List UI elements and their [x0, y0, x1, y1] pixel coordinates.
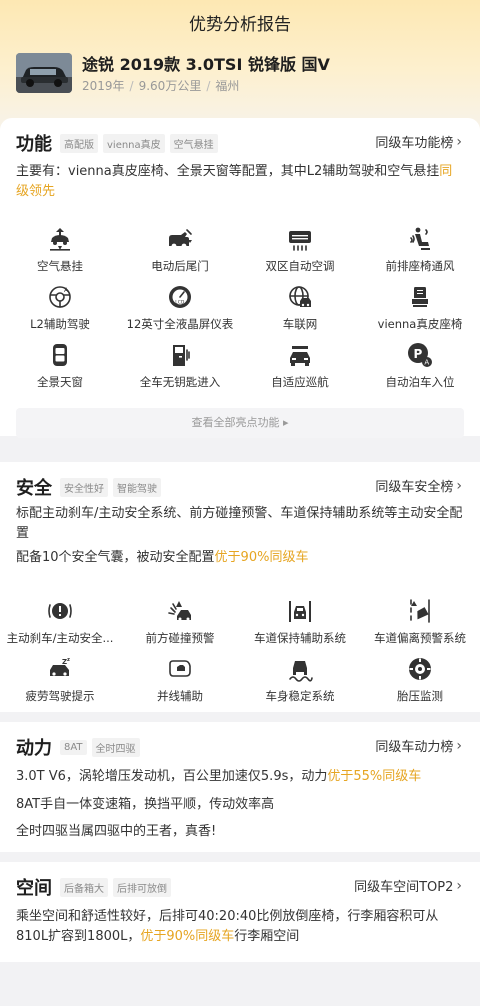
section-title: 安全	[16, 478, 52, 499]
feature-item[interactable]: 空气悬挂	[0, 224, 120, 282]
feature-item[interactable]: 车道保持辅助系统	[240, 596, 360, 654]
feature-item[interactable]: 自适应巡航	[240, 340, 360, 398]
dual-zone-ac-icon	[289, 231, 311, 251]
feature-item[interactable]: 车联网	[240, 282, 360, 340]
feature-item[interactable]: LCD 12英寸全液晶屏仪表	[120, 282, 240, 340]
panoramic-sunroof-icon	[53, 344, 67, 366]
adaptive-cruise-icon	[290, 346, 310, 366]
l2-assist-icon: A	[49, 286, 71, 308]
section-title: 动力	[16, 738, 52, 759]
feature-item[interactable]: 前方碰撞预警	[120, 596, 240, 654]
feature-item[interactable]: PA 自动泊车入位	[360, 340, 480, 398]
space-section: 空间 后备箱大 后排可放倒 同级车空间TOP2 › 乘坐空间和舒适性较好，后排可4…	[0, 862, 480, 962]
car-year: 2019年	[82, 79, 125, 93]
connected-car-icon	[289, 286, 311, 307]
tag: 安全性好	[60, 477, 108, 497]
active-braking-icon	[48, 603, 72, 619]
auto-parking-icon: PA	[408, 343, 432, 367]
chevron-right-icon: ›	[456, 877, 462, 894]
svg-text:A: A	[424, 359, 429, 367]
feature-item[interactable]: 车道偏离预警系统	[360, 596, 480, 654]
power-transmission-line: 8AT手自一体变速箱，换挡平顺，传动效率高	[16, 797, 275, 812]
function-description: 主要有：vienna真皮座椅、全景天窗等配置，其中L2辅助驾驶和空气悬挂同级领先	[16, 164, 453, 199]
function-rank-link[interactable]: 同级车功能榜 ›	[375, 132, 462, 152]
chevron-right-icon: ›	[456, 737, 462, 754]
tag: 全时四驱	[91, 737, 140, 757]
feature-item[interactable]: 车身稳定系统	[240, 654, 360, 712]
feature-item[interactable]: vienna真皮座椅	[360, 282, 480, 340]
feature-item[interactable]: 全景天窗	[0, 340, 120, 398]
tag: 空气悬挂	[169, 133, 218, 153]
svg-text:LCD: LCD	[175, 300, 185, 306]
feature-item[interactable]: A L2辅助驾驶	[0, 282, 120, 340]
safety-section: 安全 安全性好 智能驾驶 同级车安全榜 › 标配主动刹车/主动安全系统、前方碰撞预…	[0, 462, 480, 712]
tire-pressure-icon	[409, 658, 431, 680]
feature-item[interactable]: 全车无钥匙进入	[120, 340, 240, 398]
seat-ventilation-icon	[410, 227, 430, 250]
feature-item[interactable]: 胎压监测	[360, 654, 480, 712]
feature-item[interactable]: 主动刹车/主动安全...	[0, 596, 120, 654]
power-section: 动力 8AT 全时四驱 同级车动力榜 › 3.0T V6，涡轮增压发动机，百公里加…	[0, 722, 480, 852]
power-rank-link[interactable]: 同级车动力榜 ›	[375, 736, 462, 756]
feature-item[interactable]: 并线辅助	[120, 654, 240, 712]
lcd-dashboard-icon: LCD	[169, 286, 191, 308]
tag: 高配版	[60, 133, 98, 153]
tag: 后备箱大	[60, 877, 108, 897]
car-city: 福州	[215, 79, 240, 93]
air-suspension-icon	[50, 228, 70, 251]
chevron-right-icon: ›	[456, 477, 462, 494]
safety-feature-grid: 主动刹车/主动安全... 前方碰撞预警 车道保持辅助系统 车道偏离预警系统 Zz…	[0, 596, 480, 712]
tag: 8AT	[60, 739, 87, 755]
safety-description: 标配主动刹车/主动安全系统、前方碰撞预警、车道保持辅助系统等主动安全配置	[16, 506, 463, 541]
chevron-right-icon: ›	[456, 133, 462, 150]
tag: 智能驾驶	[113, 477, 161, 497]
safety-rank-link[interactable]: 同级车安全榜 ›	[375, 476, 462, 496]
power-engine-line: 3.0T V6，涡轮增压发动机，百公里加速仅5.9s，动力优于55%同级车	[16, 769, 422, 784]
page-title: 优势分析报告	[189, 15, 291, 35]
lane-departure-icon	[410, 599, 430, 623]
feature-item[interactable]: Zz 疲劳驾驶提示	[0, 654, 120, 712]
function-section: 功能 高配版 vienna真皮 空气悬挂 同级车功能榜 › 主要有：vienna真…	[0, 118, 480, 438]
power-drivetrain-line: 全时四驱当属四驱中的王者，真香!	[16, 824, 217, 839]
safety-airbag-description: 配备10个安全气囊，被动安全配置优于90%同级车	[16, 550, 309, 565]
svg-text:P: P	[414, 347, 423, 361]
section-title: 功能	[16, 134, 52, 155]
feature-item[interactable]: 前排座椅通风	[360, 224, 480, 282]
power-tailgate-icon	[169, 229, 192, 249]
feature-item[interactable]: 电动后尾门	[120, 224, 240, 282]
fatigue-alert-icon: Zz	[50, 657, 70, 676]
section-title: 空间	[16, 878, 52, 899]
tag: 后排可放倒	[113, 877, 171, 897]
space-rank-link[interactable]: 同级车空间TOP2 ›	[354, 876, 462, 896]
tag: vienna真皮	[103, 133, 165, 153]
car-meta: 2019年/9.60万公里 / 福州	[82, 79, 240, 93]
view-all-features-button[interactable]: 查看全部亮点功能 ▸	[16, 408, 464, 438]
function-feature-grid: 空气悬挂 电动后尾门 双区自动空调 前排座椅通风 A L2辅助驾驶 LCD 12…	[0, 224, 480, 398]
feature-item[interactable]: 双区自动空调	[240, 224, 360, 282]
leather-seat-icon	[412, 287, 428, 307]
car-photo[interactable]	[16, 53, 72, 93]
collision-warning-icon	[168, 601, 191, 621]
svg-text:z: z	[67, 657, 70, 663]
keyless-entry-icon	[173, 345, 190, 366]
blind-spot-icon	[169, 660, 191, 677]
car-mileage: 9.60万公里	[138, 79, 202, 93]
lane-keep-icon	[289, 601, 311, 622]
stability-control-icon	[289, 661, 313, 682]
car-title: 途锐 2019款 3.0TSI 锐锋版 国V	[82, 55, 330, 74]
space-description: 乘坐空间和舒适性较好，后排可40:20:40比例放倒座椅，行李厢容积可从810L…	[16, 909, 439, 944]
